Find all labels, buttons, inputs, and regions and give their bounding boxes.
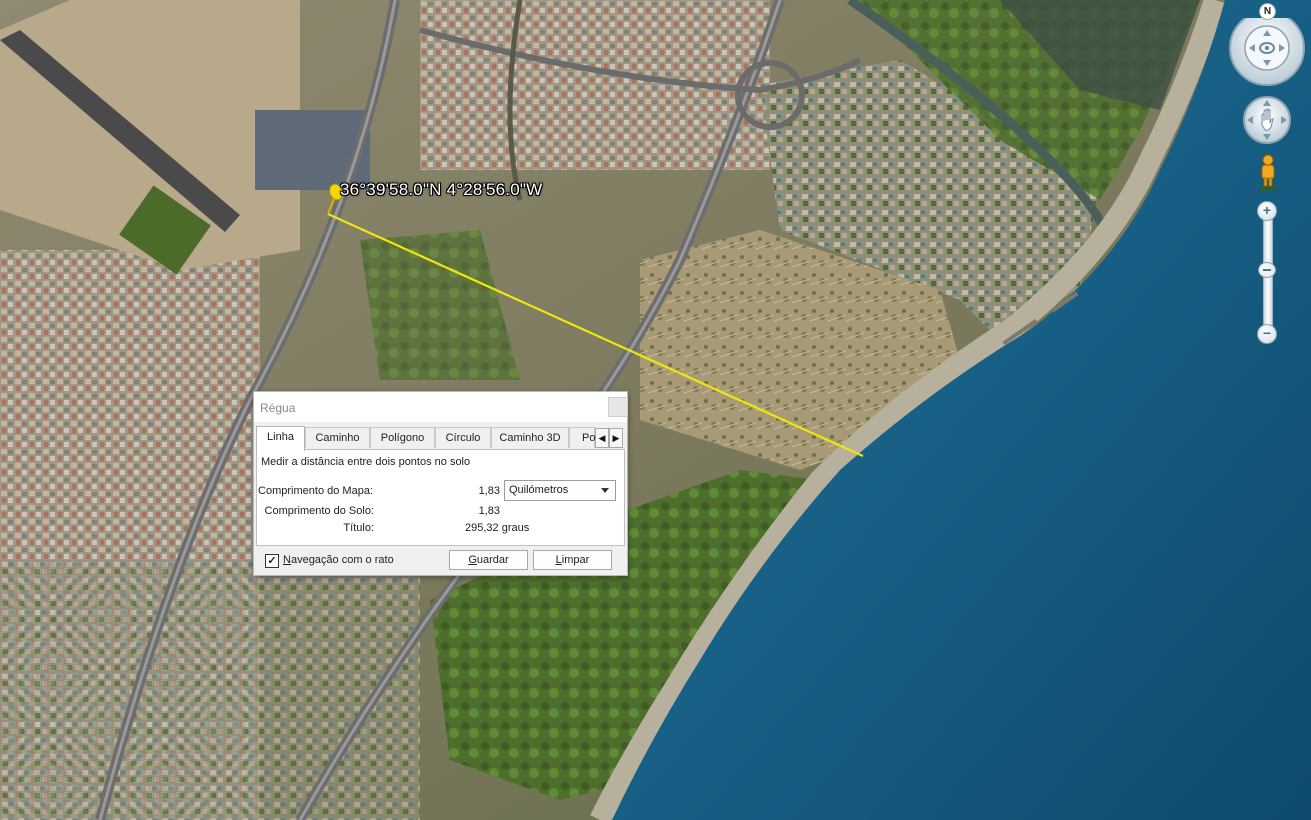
zoom-slider-handle[interactable] (1258, 262, 1276, 278)
heading-label: Título: (343, 522, 374, 534)
tab-description: Medir a distância entre dois pontos no s… (261, 456, 471, 468)
street-view-pegman-icon[interactable] (1256, 154, 1280, 192)
tab-circulo[interactable]: Círculo (435, 427, 491, 448)
satellite-map[interactable] (0, 0, 1311, 820)
tab-caminho-3d[interactable]: Caminho 3D (491, 427, 569, 448)
coordinates-label: 36°39'58.0"N 4°28'56.0"W (340, 180, 543, 199)
move-control[interactable] (1242, 95, 1292, 145)
save-button[interactable]: Guardar (449, 550, 528, 570)
tab-scroll-right-icon[interactable]: ▶ (609, 428, 623, 448)
mouse-navigation-checkbox[interactable]: ✓ (265, 554, 279, 568)
unit-select-value: Quilómetros (509, 484, 569, 496)
map-length-label: Comprimento do Mapa: (258, 485, 373, 497)
dialog-title: Régua (260, 401, 296, 415)
checkmark-icon: ✓ (267, 555, 277, 567)
zoom-slider[interactable]: + − (1256, 200, 1278, 345)
dialog-titlebar[interactable]: Régua (254, 392, 628, 422)
unit-select[interactable]: Quilómetros (504, 480, 616, 501)
tab-linha[interactable]: Linha (256, 426, 305, 451)
mouse-navigation-label[interactable]: Navegação com o rato (283, 554, 394, 566)
map-length-value: 1,83 (478, 485, 500, 497)
look-control[interactable] (1228, 18, 1306, 88)
heading-value: 295,32 graus (465, 522, 530, 534)
tab-caminho[interactable]: Caminho (305, 427, 370, 448)
zoom-out-button[interactable]: − (1257, 324, 1277, 344)
ruler-dialog: Régua Linha Caminho Polígono Círculo Cam… (253, 391, 628, 576)
tab-bar: Linha Caminho Polígono Círculo Caminho 3… (256, 426, 626, 451)
tab-scroll-left-icon[interactable]: ◀ (595, 428, 609, 448)
clear-button[interactable]: Limpar (533, 550, 612, 570)
chevron-down-icon (601, 488, 609, 493)
north-indicator[interactable]: N (1259, 3, 1276, 20)
ground-length-label: Comprimento do Solo: (264, 505, 374, 517)
zoom-in-button[interactable]: + (1257, 201, 1277, 221)
ground-length-value: 1,83 (478, 505, 500, 517)
tab-poligono-3d-partial[interactable]: Po (569, 427, 595, 448)
tab-poligono[interactable]: Polígono (370, 427, 435, 448)
close-button[interactable] (608, 397, 628, 417)
